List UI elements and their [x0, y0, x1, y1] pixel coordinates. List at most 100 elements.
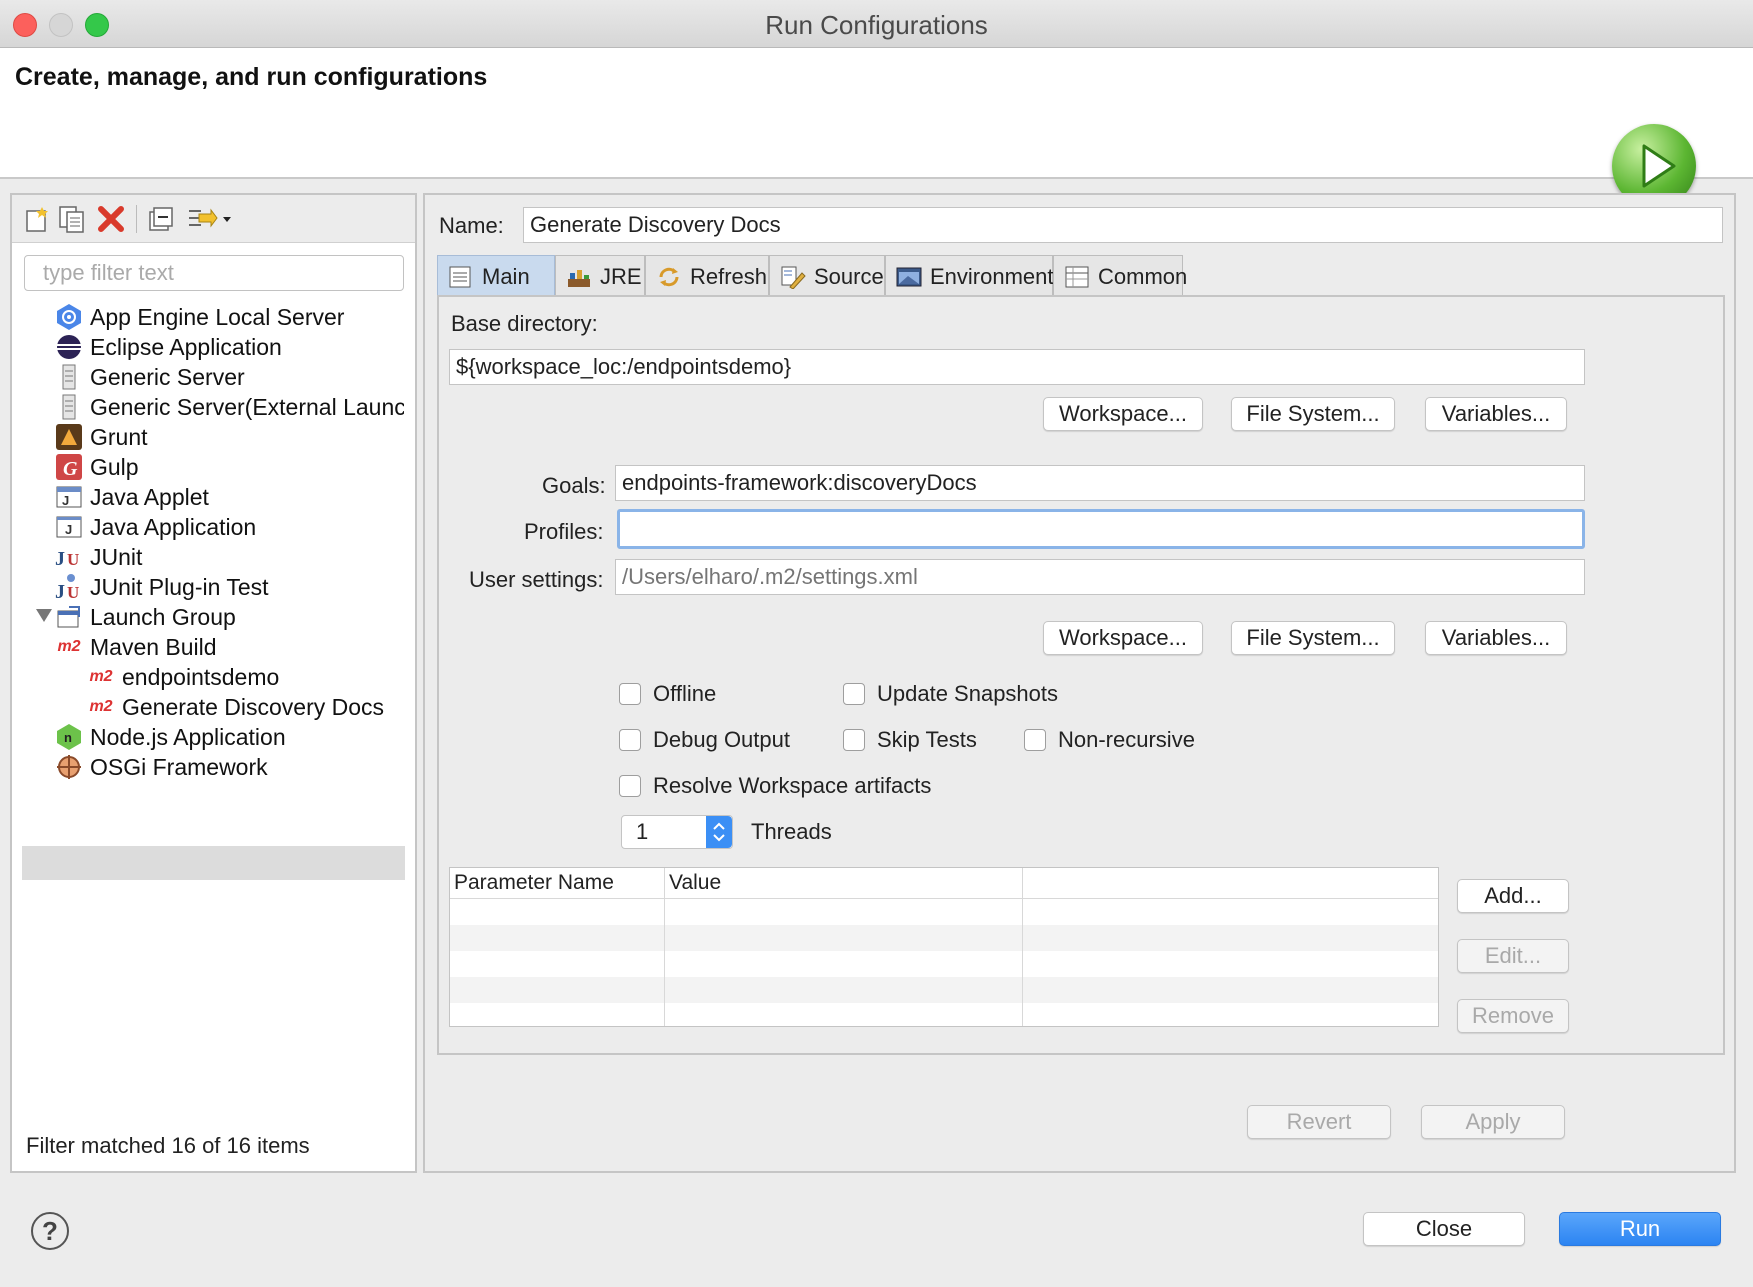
skip-tests-checkbox[interactable]: Skip Tests: [843, 727, 977, 753]
filter-input[interactable]: [24, 255, 404, 291]
remove-parameter-button[interactable]: Remove: [1457, 999, 1569, 1033]
source-tab-icon: [781, 266, 806, 289]
apply-button[interactable]: Apply: [1421, 1105, 1565, 1139]
table-row: [450, 925, 1438, 951]
edit-parameter-button[interactable]: Edit...: [1457, 939, 1569, 973]
add-parameter-button[interactable]: Add...: [1457, 879, 1569, 913]
main-tab-content: Base directory: Workspace... File System…: [437, 295, 1725, 1055]
tab-common[interactable]: Common: [1053, 255, 1187, 297]
window-title: Run Configurations: [765, 10, 988, 40]
tree-item-endpointsdemo[interactable]: m2 endpointsdemo: [86, 660, 404, 694]
tree-item-grunt[interactable]: Grunt: [54, 420, 404, 454]
resolve-workspace-checkbox[interactable]: Resolve Workspace artifacts: [619, 773, 931, 799]
tree-item-maven-build[interactable]: m2 Maven Build: [54, 630, 404, 664]
svg-text:U: U: [67, 583, 79, 601]
tree-item-label: Generate Discovery Docs: [122, 693, 385, 720]
checkbox-box[interactable]: [619, 775, 641, 797]
tab-main[interactable]: Main: [437, 255, 555, 297]
stepper-arrows-icon[interactable]: [706, 816, 732, 848]
jre-tab-icon: [568, 269, 590, 287]
tab-refresh[interactable]: Refresh: [645, 255, 769, 297]
base-variables-button[interactable]: Variables...: [1425, 397, 1567, 431]
settings-file-system-button[interactable]: File System...: [1231, 621, 1395, 655]
base-file-system-button[interactable]: File System...: [1231, 397, 1395, 431]
tree-item-label: Java Application: [90, 513, 257, 540]
main-tab-icon: [449, 266, 471, 287]
tree-item-java-application[interactable]: J Java Application: [54, 510, 404, 544]
tree-toolbar: [12, 195, 415, 243]
svg-text:J: J: [65, 522, 72, 537]
checkbox-box[interactable]: [843, 683, 865, 705]
checkbox-box[interactable]: [843, 729, 865, 751]
goals-label: Goals:: [542, 473, 606, 498]
threads-value: 1: [636, 819, 649, 844]
goals-input[interactable]: [615, 465, 1585, 501]
tree-item-eclipse-application[interactable]: Eclipse Application: [54, 330, 404, 364]
delete-config-icon[interactable]: [96, 203, 126, 235]
tree-item-generic-server-external[interactable]: Generic Server(External Launch): [54, 390, 404, 424]
help-icon[interactable]: ?: [31, 1212, 69, 1250]
tab-source[interactable]: Source: [769, 255, 885, 297]
checkbox-box[interactable]: [1024, 729, 1046, 751]
launch-group-icon: [54, 602, 84, 632]
svg-text:J: J: [62, 493, 69, 508]
debug-output-checkbox[interactable]: Debug Output: [619, 727, 790, 753]
tree-item-osgi-framework[interactable]: OSGi Framework: [54, 750, 404, 784]
tab-label: Source: [814, 263, 884, 289]
grunt-icon: [54, 422, 84, 452]
common-tab-icon: [1065, 266, 1089, 287]
base-workspace-button[interactable]: Workspace...: [1043, 397, 1203, 431]
collapse-all-icon[interactable]: [146, 203, 176, 235]
tree-item-app-engine[interactable]: App Engine Local Server: [54, 300, 404, 334]
column-header-value[interactable]: Value: [665, 868, 1023, 898]
tree-item-junit-plugin-test[interactable]: JU JUnit Plug-in Test: [54, 570, 404, 604]
tree-item-generic-server[interactable]: Generic Server: [54, 360, 404, 394]
threads-label: Threads: [751, 819, 832, 844]
offline-checkbox[interactable]: Offline: [619, 681, 716, 707]
run-button[interactable]: Run: [1559, 1212, 1721, 1246]
base-directory-input[interactable]: [449, 349, 1585, 385]
user-settings-input[interactable]: [615, 559, 1585, 595]
eclipse-icon: [54, 332, 84, 362]
tree-item-label: Node.js Application: [90, 723, 286, 750]
app-engine-icon: [54, 302, 84, 332]
new-config-icon[interactable]: [22, 203, 52, 235]
profiles-input[interactable]: [617, 509, 1585, 549]
duplicate-config-icon[interactable]: [57, 203, 87, 235]
filter-menu-icon[interactable]: [184, 203, 234, 235]
table-row: [450, 977, 1438, 1003]
checkbox-box[interactable]: [619, 683, 641, 705]
tab-environment[interactable]: Environment: [885, 255, 1054, 297]
expand-toggle-icon[interactable]: [36, 609, 52, 622]
tree-item-java-applet[interactable]: J Java Applet: [54, 480, 404, 514]
column-header-parameter-name[interactable]: Parameter Name: [450, 868, 665, 898]
tree-item-junit[interactable]: JU JUnit: [54, 540, 404, 574]
tree-item-nodejs-application[interactable]: n Node.js Application: [54, 720, 404, 754]
tree-item-generate-discovery-docs[interactable]: m2 Generate Discovery Docs: [86, 690, 404, 724]
checkbox-box[interactable]: [619, 729, 641, 751]
tree-item-label: Eclipse Application: [90, 333, 282, 360]
close-button[interactable]: Close: [1363, 1212, 1525, 1246]
settings-workspace-button[interactable]: Workspace...: [1043, 621, 1203, 655]
tree-item-gulp[interactable]: G Gulp: [54, 450, 404, 484]
tree-item-label: JUnit: [90, 543, 143, 570]
config-tabs: Main JRE Refresh Source Environment Comm…: [437, 255, 1725, 297]
threads-stepper[interactable]: 1: [621, 815, 733, 849]
non-recursive-checkbox[interactable]: Non-recursive: [1024, 727, 1195, 753]
revert-button[interactable]: Revert: [1247, 1105, 1391, 1139]
tree-item-launch-group[interactable]: Launch Group: [54, 600, 404, 634]
update-snapshots-checkbox[interactable]: Update Snapshots: [843, 681, 1058, 707]
svg-text:J: J: [55, 581, 65, 601]
tab-label: Environment: [930, 263, 1054, 289]
name-label: Name:: [439, 213, 504, 238]
user-settings-label: User settings:: [469, 567, 604, 592]
checkbox-label: Resolve Workspace artifacts: [653, 773, 932, 798]
tree-item-label: Generic Server(External Launch): [90, 393, 404, 420]
tree-item-label: OSGi Framework: [90, 753, 268, 780]
tab-jre[interactable]: JRE: [555, 255, 645, 297]
table-row: [450, 899, 1438, 925]
svg-text:n: n: [64, 730, 72, 745]
configuration-tree-panel: App Engine Local Server Eclipse Applicat…: [10, 193, 417, 1173]
settings-variables-button[interactable]: Variables...: [1425, 621, 1567, 655]
name-input[interactable]: [523, 207, 1723, 243]
